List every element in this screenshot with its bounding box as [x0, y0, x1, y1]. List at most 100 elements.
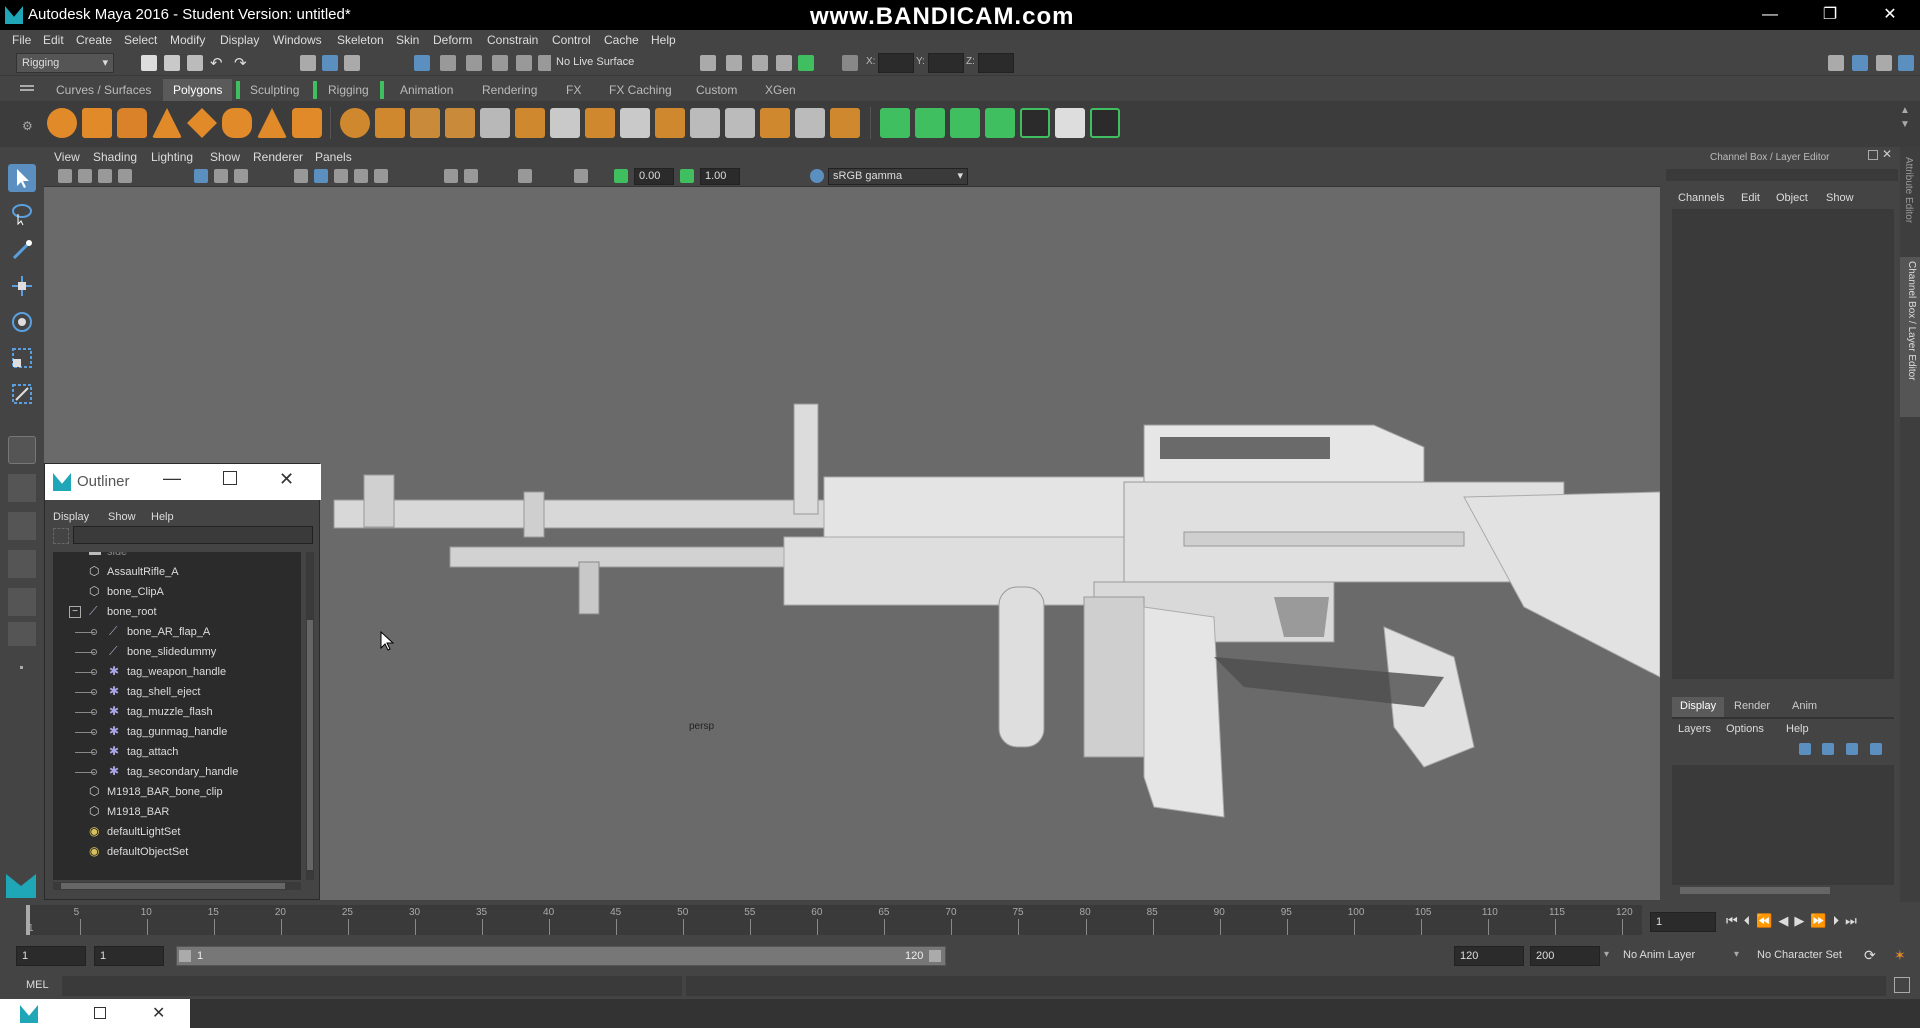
center-pivot-icon[interactable] — [830, 108, 860, 138]
live-surface-field[interactable]: No Live Surface — [551, 53, 646, 73]
render-settings-icon[interactable] — [752, 55, 768, 71]
y-field[interactable] — [928, 53, 964, 73]
attribute-editor-toggle-icon[interactable] — [1852, 55, 1868, 71]
four-pane-layout-icon[interactable] — [8, 474, 36, 502]
boolean-icon[interactable] — [410, 108, 440, 138]
new-layer-icon[interactable] — [1846, 743, 1858, 755]
outliner-hscroll-thumb[interactable] — [61, 883, 285, 889]
outliner-item[interactable]: ⟋ bone_AR_flap_A — [53, 622, 301, 642]
uv-checker-icon[interactable] — [1055, 108, 1085, 138]
lights-icon[interactable] — [374, 169, 388, 183]
tab-fx-caching[interactable]: FX Caching — [609, 83, 672, 97]
uv-unfold-icon[interactable] — [1090, 108, 1120, 138]
playback-start-field[interactable]: 1 — [94, 946, 164, 966]
rotate-tool-icon[interactable] — [8, 308, 36, 336]
chevron-down-icon[interactable]: ▾ — [1734, 949, 1739, 960]
select-hierarchy-icon[interactable] — [300, 55, 316, 71]
z-field[interactable] — [978, 53, 1014, 73]
multi-cut-icon[interactable] — [550, 108, 580, 138]
menu-cache[interactable]: Cache — [604, 33, 639, 47]
auto-key-icon[interactable]: ⟳ — [1864, 947, 1876, 964]
expand-toggle-icon[interactable]: − — [69, 606, 81, 618]
outliner-menu-help[interactable]: Help — [151, 511, 174, 523]
color-management-icon[interactable] — [810, 169, 824, 183]
layer-tab-anim[interactable]: Anim — [1792, 700, 1817, 712]
tab-custom[interactable]: Custom — [696, 83, 737, 97]
select-object-icon[interactable] — [322, 55, 338, 71]
poly-torus-icon[interactable] — [222, 108, 252, 138]
play-forward-icon[interactable]: ▶ — [1794, 913, 1810, 928]
persp-hypershade-layout-icon[interactable] — [8, 588, 36, 616]
scene-end-field[interactable]: 200 — [1530, 946, 1600, 966]
open-scene-icon[interactable] — [164, 55, 180, 71]
outliner-item[interactable]: ✱ tag_shell_eject — [53, 682, 301, 702]
channels-menu[interactable]: Channels — [1678, 192, 1724, 204]
range-bar[interactable]: 1 120 — [176, 946, 946, 966]
layer-hscroll-thumb[interactable] — [1680, 887, 1830, 894]
tab-polygons[interactable]: Polygons — [163, 79, 233, 101]
minimized-close-button[interactable]: ✕ — [152, 1003, 165, 1023]
select-tool-icon[interactable] — [8, 164, 36, 192]
shelf-settings-icon[interactable]: ⚙ — [22, 119, 33, 133]
scene-start-field[interactable]: 1 — [16, 946, 86, 966]
wireframe-icon[interactable] — [294, 169, 308, 183]
tool-settings-toggle-icon[interactable] — [1876, 55, 1892, 71]
outliner-item[interactable]: ⬡ bone_ClipA — [53, 582, 301, 602]
channel-object-menu[interactable]: Object — [1776, 192, 1808, 204]
move-tool-icon[interactable] — [8, 272, 36, 300]
x-field[interactable] — [878, 53, 914, 73]
lasso-tool-icon[interactable] — [8, 200, 36, 228]
outliner-item[interactable]: ⬡ M1918_BAR — [53, 802, 301, 822]
shelf-scroll-down-icon[interactable]: ▼ — [1900, 119, 1910, 130]
channel-box-toggle-icon[interactable] — [1898, 55, 1914, 71]
close-button[interactable]: ✕ — [1860, 0, 1920, 30]
menu-constrain[interactable]: Constrain — [487, 33, 538, 47]
menuset-dropdown[interactable]: Rigging ▾ — [16, 53, 114, 73]
panel-menu-renderer[interactable]: Renderer — [253, 150, 303, 164]
menu-select[interactable]: Select — [124, 33, 157, 47]
outliner-vscroll-thumb[interactable] — [307, 620, 313, 870]
select-component-icon[interactable] — [344, 55, 360, 71]
layer-help-menu[interactable]: Help — [1786, 723, 1809, 735]
go-end-icon[interactable]: ⏭ — [1845, 913, 1863, 928]
outliner-filter-icon[interactable] — [53, 528, 69, 544]
outliner-item[interactable]: ◉ defaultObjectSet — [53, 842, 301, 862]
outliner-menu-display[interactable]: Display — [53, 511, 89, 523]
bevel-icon[interactable] — [585, 108, 615, 138]
outliner-maximize-button[interactable] — [223, 471, 237, 485]
step-forward-icon[interactable]: ⏩ — [1810, 913, 1832, 928]
outliner-item[interactable]: ✱ tag_secondary_handle — [53, 762, 301, 782]
chevron-down-icon[interactable]: ▾ — [1604, 949, 1609, 960]
redo-icon[interactable]: ↷ — [234, 54, 247, 72]
outliner-minimize-button[interactable]: — — [163, 468, 181, 489]
undo-icon[interactable]: ↶ — [210, 54, 223, 72]
layer-move-down-icon[interactable] — [1822, 743, 1834, 755]
tab-rendering[interactable]: Rendering — [482, 83, 537, 97]
merge-icon[interactable] — [795, 108, 825, 138]
paint-select-tool-icon[interactable] — [8, 236, 36, 264]
menu-modify[interactable]: Modify — [170, 33, 205, 47]
transform-constraint-icon[interactable] — [842, 55, 858, 71]
snap-surface-icon[interactable] — [516, 55, 532, 71]
animation-prefs-icon[interactable]: ✶ — [1894, 947, 1906, 964]
smooth-icon[interactable] — [445, 108, 475, 138]
poly-plane-icon[interactable] — [187, 108, 217, 138]
current-frame-field[interactable]: 1 — [1650, 912, 1716, 932]
wireframe-on-shaded-icon[interactable] — [334, 169, 348, 183]
snap-view-icon[interactable] — [492, 55, 508, 71]
new-scene-icon[interactable] — [141, 55, 157, 71]
outliner-layout-icon[interactable] — [8, 622, 36, 646]
step-forward-key-icon[interactable]: ⏵ — [1833, 913, 1846, 928]
persp-outliner-layout-icon[interactable] — [8, 512, 36, 540]
channel-box-close-icon[interactable]: ✕ — [1882, 147, 1892, 161]
menu-windows[interactable]: Windows — [273, 33, 322, 47]
color-space-dropdown[interactable]: sRGB gamma ▾ — [828, 168, 968, 185]
go-start-icon[interactable]: ⏮ — [1726, 913, 1744, 928]
combine-icon[interactable] — [340, 108, 370, 138]
poly-pyramid-icon[interactable] — [257, 108, 287, 138]
tab-curves-surfaces[interactable]: Curves / Surfaces — [56, 83, 151, 97]
character-set-dropdown[interactable]: No Character Set — [1752, 946, 1864, 966]
outliner-item[interactable]: ⬡ AssaultRifle_A — [53, 562, 301, 582]
restore-button[interactable]: ❐ — [1800, 0, 1860, 30]
uv-spherical-icon[interactable] — [950, 108, 980, 138]
